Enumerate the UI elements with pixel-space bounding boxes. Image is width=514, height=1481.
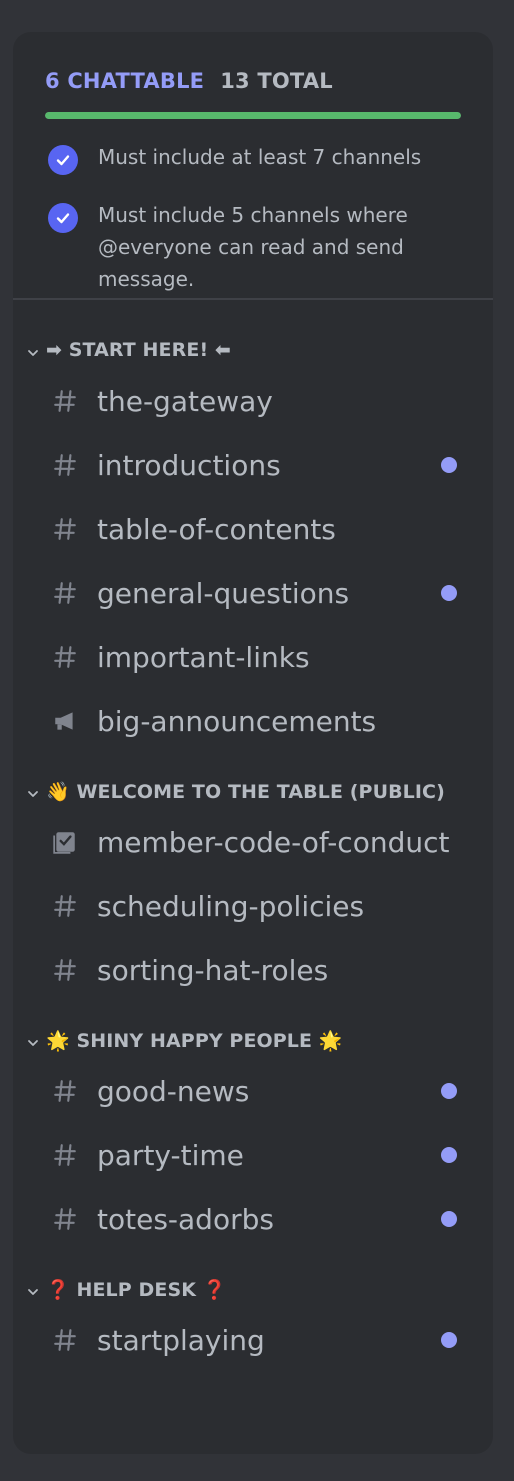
category-label: 👋 WELCOME TO THE TABLE (PUBLIC) [46,780,445,803]
category-header[interactable]: 🌟 SHINY HAPPY PEOPLE 🌟 [13,1024,493,1056]
requirement-item: Must include at least 7 channels [45,143,461,175]
channel-item[interactable]: table-of-contents [13,497,493,561]
progress-bar [45,112,461,119]
chevron-down-icon [26,343,40,357]
channel-summary-panel: 6 CHATTABLE 13 TOTAL Must include at lea… [13,32,493,1454]
channel-name: table-of-contents [97,512,336,546]
category-label: ❓ HELP DESK ❓ [46,1278,227,1301]
channel-item[interactable]: member-code-of-conduct [13,810,493,874]
requirement-item: Must include 5 channels where @everyone … [45,201,461,295]
hashtag-icon [50,1325,80,1355]
channel-name: startplaying [97,1323,265,1357]
channel-name: introductions [97,448,281,482]
hashtag-icon [50,514,80,544]
channel-name: general-questions [97,576,350,610]
category-label: ➡ START HERE! ⬅ [46,339,231,361]
hashtag-icon [50,450,80,480]
category-header[interactable]: 👋 WELCOME TO THE TABLE (PUBLIC) [13,775,493,807]
channel-item[interactable]: big-announcements [13,689,493,753]
channel-name: sorting-hat-roles [97,953,329,987]
channel-counts: 6 CHATTABLE 13 TOTAL [45,66,461,96]
channel-item[interactable]: startplaying [13,1308,493,1372]
unread-indicator [441,1211,457,1227]
channel-requirements: 6 CHATTABLE 13 TOTAL Must include at lea… [13,32,493,300]
hashtag-icon [50,891,80,921]
requirement-text: Must include at least 7 channels [98,145,422,169]
chevron-down-icon [26,784,40,798]
hashtag-icon [50,642,80,672]
requirements-list: Must include at least 7 channels Must inc… [45,143,461,295]
channel-item[interactable]: good-news [13,1059,493,1123]
channel-name: scheduling-policies [97,889,365,923]
rules-icon [50,827,80,857]
channel-name: totes-adorbs [97,1202,274,1236]
unread-indicator [441,1332,457,1348]
channel-item[interactable]: the-gateway [13,369,493,433]
category-header[interactable]: ❓ HELP DESK ❓ [13,1273,493,1305]
hashtag-icon [50,1204,80,1234]
channel-name: the-gateway [97,384,273,418]
total-count: 13 TOTAL [220,69,333,93]
megaphone-icon [50,706,80,736]
chevron-down-icon [26,1033,40,1047]
channel-item[interactable]: scheduling-policies [13,874,493,938]
channel-list: ➡ START HERE! ⬅ the-gateway introductions t… [13,300,493,1372]
requirement-text: Must include 5 channels where @everyone … [98,203,408,291]
unread-indicator [441,1083,457,1099]
channel-item[interactable]: introductions [13,433,493,497]
progress-bar-fill [45,112,461,119]
channel-item[interactable]: party-time [13,1123,493,1187]
unread-indicator [441,457,457,473]
chevron-down-icon [26,1282,40,1296]
hashtag-icon [50,1076,80,1106]
checkmark-icon [48,203,78,233]
channel-name: party-time [97,1138,244,1172]
hashtag-icon [50,578,80,608]
checkmark-icon [48,145,78,175]
channel-item[interactable]: general-questions [13,561,493,625]
channel-item[interactable]: sorting-hat-roles [13,938,493,1002]
channel-name: member-code-of-conduct [97,825,450,859]
channel-name: big-announcements [97,704,377,738]
channel-item[interactable]: important-links [13,625,493,689]
category-label: 🌟 SHINY HAPPY PEOPLE 🌟 [46,1029,343,1052]
channel-name: important-links [97,640,310,674]
channel-name: good-news [97,1074,250,1108]
chattable-count: 6 CHATTABLE [45,69,205,93]
unread-indicator [441,1147,457,1163]
hashtag-icon [50,386,80,416]
hashtag-icon [50,1140,80,1170]
hashtag-icon [50,955,80,985]
category-header[interactable]: ➡ START HERE! ⬅ [13,334,493,366]
unread-indicator [441,585,457,601]
channel-item[interactable]: totes-adorbs [13,1187,493,1251]
